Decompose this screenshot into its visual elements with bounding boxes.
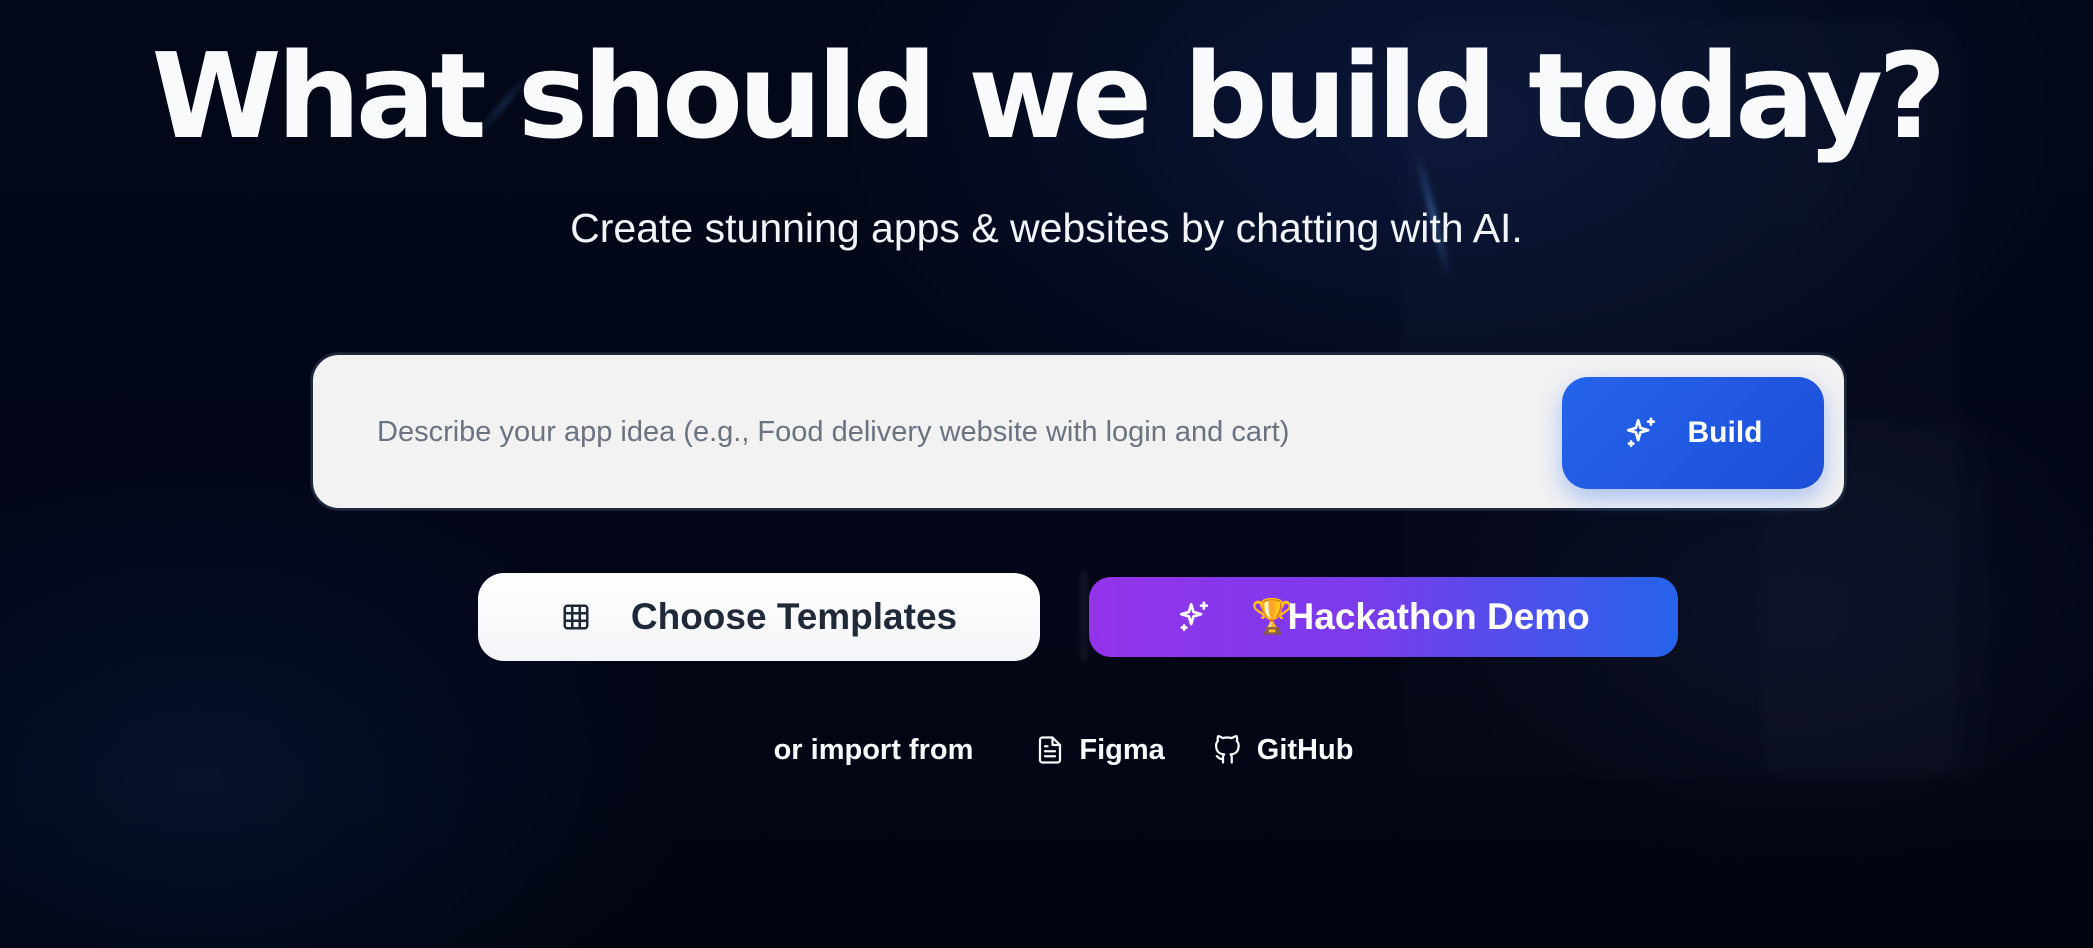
hackathon-demo-label: Hackathon Demo bbox=[1287, 596, 1590, 637]
prompt-box: Build bbox=[311, 353, 1846, 510]
build-button-label: Build bbox=[1687, 416, 1763, 449]
build-button[interactable]: Build bbox=[1562, 377, 1824, 489]
divider bbox=[1080, 570, 1088, 662]
app-idea-input[interactable] bbox=[375, 400, 1509, 464]
choose-templates-label: Choose Templates bbox=[630, 596, 958, 637]
page-subtitle: Create stunning apps & websites by chatt… bbox=[570, 205, 1523, 251]
github-icon bbox=[1213, 735, 1243, 765]
import-figma-label: Figma bbox=[1079, 733, 1165, 766]
grid-icon bbox=[561, 602, 591, 632]
import-row: or import from Figma GitHub bbox=[0, 725, 2093, 775]
sparkles-icon bbox=[1177, 600, 1211, 634]
hackathon-demo-button[interactable]: 🏆 Hackathon Demo bbox=[1089, 577, 1678, 657]
import-github-label: GitHub bbox=[1256, 733, 1354, 766]
choose-templates-button[interactable]: Choose Templates bbox=[478, 573, 1040, 661]
page: What should we build today? Create stunn… bbox=[0, 0, 2093, 948]
import-figma-link[interactable]: Figma bbox=[1035, 733, 1165, 767]
page-title: What should we build today? bbox=[151, 27, 1947, 165]
import-github-link[interactable]: GitHub bbox=[1213, 733, 1354, 767]
file-icon bbox=[1035, 735, 1065, 765]
import-label: or import from bbox=[773, 733, 974, 766]
sparkles-icon bbox=[1624, 416, 1658, 450]
